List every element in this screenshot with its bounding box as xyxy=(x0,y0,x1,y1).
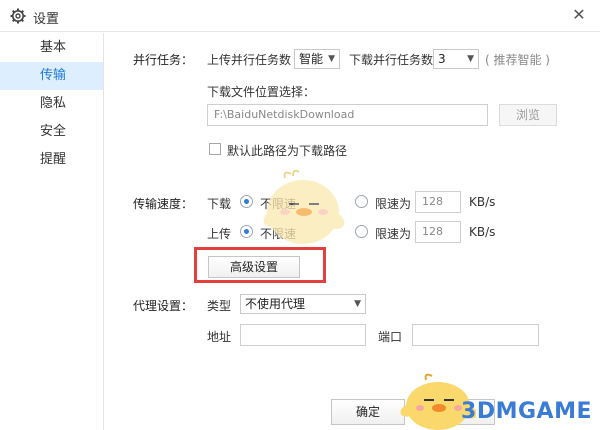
proxy-type-label: 类型 xyxy=(207,299,232,313)
upload-unit-label: KB/s xyxy=(469,225,496,239)
proxy-port-label: 端口 xyxy=(378,330,403,344)
upload-parallel-label: 上传并行任务数 xyxy=(207,53,292,67)
download-unlimited-radio[interactable] xyxy=(240,195,253,208)
window-title: 设置 xyxy=(33,12,60,27)
default-path-label: 默认此路径为下载路径 xyxy=(227,144,348,158)
upload-limit-input[interactable]: 128 xyxy=(415,221,461,243)
download-unit-label: KB/s xyxy=(469,195,496,209)
sidebar-item-privacy[interactable]: 隐私 xyxy=(0,90,103,118)
chevron-down-icon: ▼ xyxy=(467,54,474,64)
download-unlimited-label: 不限速 xyxy=(260,197,297,211)
settings-content: 并行任务： 上传并行任务数 智能 ▼ 下载并行任务数 3 ▼ ( 推荐智能 ) … xyxy=(105,33,600,430)
upload-limit-label: 限速为 xyxy=(375,227,412,241)
browse-button[interactable]: 浏览 xyxy=(499,104,557,126)
upload-parallel-value: 智能 xyxy=(299,52,324,66)
proxy-type-value: 不使用代理 xyxy=(245,297,306,311)
chevron-down-icon: ▼ xyxy=(354,299,361,309)
title-bar: 设置 ✕ xyxy=(0,0,600,32)
sidebar-item-transfer[interactable]: 传输 xyxy=(0,62,103,90)
upload-unlimited-label: 不限速 xyxy=(260,227,297,241)
speed-section-label: 传输速度： xyxy=(133,197,194,211)
sidebar-item-basic[interactable]: 基本 xyxy=(0,34,103,62)
parallel-hint: ( 推荐智能 ) xyxy=(485,53,550,67)
download-parallel-select[interactable]: 3 ▼ xyxy=(433,49,479,69)
advanced-settings-button[interactable]: 高级设置 xyxy=(208,256,300,278)
ok-button[interactable]: 确定 xyxy=(331,399,405,425)
proxy-address-input[interactable] xyxy=(240,324,366,346)
upload-unlimited-radio[interactable] xyxy=(240,225,253,238)
download-location-label: 下载文件位置选择： xyxy=(207,85,316,99)
download-limit-radio[interactable] xyxy=(355,195,368,208)
download-parallel-value: 3 xyxy=(438,52,446,66)
gear-icon xyxy=(10,8,26,24)
chevron-down-icon: ▼ xyxy=(328,54,335,64)
download-path-input[interactable]: F:\BaiduNetdiskDownload xyxy=(207,104,488,126)
sidebar-item-reminder[interactable]: 提醒 xyxy=(0,146,103,174)
proxy-section-label: 代理设置： xyxy=(133,299,194,313)
upload-limit-radio[interactable] xyxy=(355,225,368,238)
download-speed-label: 下载 xyxy=(207,197,232,211)
download-parallel-label: 下载并行任务数 xyxy=(349,53,434,67)
download-limit-label: 限速为 xyxy=(375,197,412,211)
sidebar-item-security[interactable]: 安全 xyxy=(0,118,103,146)
default-path-checkbox[interactable] xyxy=(209,143,221,155)
proxy-address-label: 地址 xyxy=(207,330,232,344)
parallel-section-label: 并行任务： xyxy=(133,53,194,67)
download-limit-input[interactable]: 128 xyxy=(415,191,461,213)
site-watermark: 3DMGAME xyxy=(461,399,592,424)
proxy-port-input[interactable] xyxy=(412,324,539,346)
upload-speed-label: 上传 xyxy=(207,227,232,241)
close-icon[interactable]: ✕ xyxy=(568,4,590,26)
settings-sidebar: 基本 传输 隐私 安全 提醒 xyxy=(0,33,104,430)
proxy-type-select[interactable]: 不使用代理 ▼ xyxy=(240,294,366,314)
upload-parallel-select[interactable]: 智能 ▼ xyxy=(294,49,340,69)
